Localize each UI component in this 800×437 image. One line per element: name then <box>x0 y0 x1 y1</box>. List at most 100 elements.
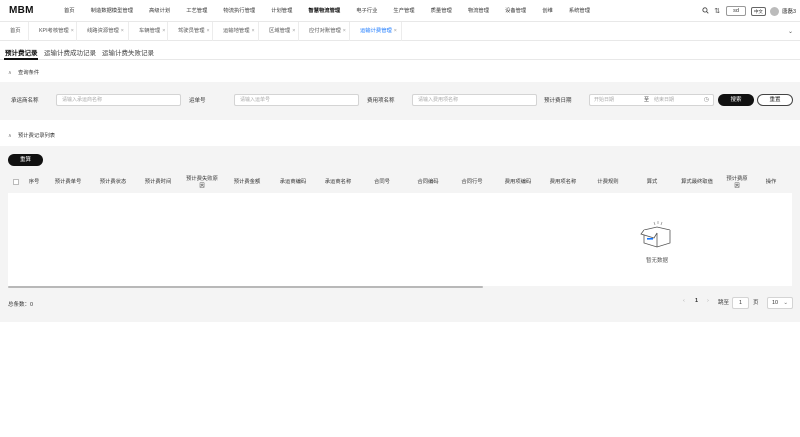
app-logo: MBM <box>9 5 34 16</box>
query-section-header[interactable]: ∧ 查询条件 <box>0 67 800 80</box>
col-billing-reason: 预计费原因 <box>726 175 748 189</box>
end-date[interactable]: 结束日期 <box>654 95 674 105</box>
col-bill-no: 预计费单号 <box>54 179 82 185</box>
menu-item-smart-logistics[interactable]: 智慧物流管理 <box>300 0 348 22</box>
total-count: 总条数：0 <box>8 300 33 308</box>
tab-vehicles[interactable]: 车辆管理 × <box>129 22 168 41</box>
tab-label: 首页 <box>10 28 21 34</box>
carrier-name-input[interactable]: 请输入承运商名称 <box>56 94 181 106</box>
menu-item-electronics[interactable]: 电子行业 <box>348 0 385 22</box>
chevron-down-icon[interactable]: ⌄ <box>788 28 793 35</box>
recalculate-button[interactable]: 重算 <box>8 154 43 166</box>
col-status: 预计费状态 <box>99 179 127 185</box>
tab-regions[interactable]: 区域管理 × <box>259 22 299 41</box>
carrier-label: 承运商名称 <box>11 98 39 104</box>
total-label: 总条数： <box>8 302 31 308</box>
next-page-icon[interactable]: › <box>707 298 709 304</box>
menu-item-system[interactable]: 系统管理 <box>561 0 598 22</box>
menu-item-production[interactable]: 生产管理 <box>385 0 422 22</box>
col-carrier-code: 承运商编码 <box>279 179 307 185</box>
tab-bar: 首页 KPI考核管理 × 线路资源管理 × 车辆管理 × 驾驶员管理 × 运输地管理 × … <box>0 22 800 41</box>
col-contract-no: 合同号 <box>374 179 390 185</box>
clock-icon: ◷ <box>703 97 709 103</box>
empty-text: 暂无数据 <box>645 258 668 264</box>
language-switch[interactable]: 中文 <box>750 6 766 16</box>
close-icon[interactable]: × <box>394 28 397 34</box>
tab-label: 区域管理 <box>269 28 291 34</box>
search-icon[interactable] <box>699 6 711 16</box>
close-icon[interactable]: × <box>207 28 210 34</box>
tab-label: 车辆管理 <box>139 28 161 34</box>
menu-item-plan-management[interactable]: 计划管理 <box>263 0 300 22</box>
col-carrier-name: 承运商名称 <box>324 179 352 185</box>
tab-label: 线路资源管理 <box>87 28 119 34</box>
query-section-title: 查询条件 <box>18 70 40 76</box>
avatar[interactable] <box>769 6 779 16</box>
horizontal-scrollbar[interactable] <box>8 286 483 288</box>
menu-item-process-management[interactable]: 工艺管理 <box>178 0 215 22</box>
waybill-input[interactable]: 请输入运单号 <box>234 94 359 106</box>
tab-label: 运输地管理 <box>223 28 250 34</box>
col-contract-code: 合同编码 <box>417 179 439 185</box>
date-range-picker[interactable]: 开始日期 至 结束日期 ◷ <box>589 94 714 106</box>
col-fail-reason: 预计费失败原因 <box>186 175 218 189</box>
subtab-pre-billing-records[interactable]: 预计费记录 <box>5 47 38 57</box>
menu-item-home[interactable]: 首页 <box>56 0 83 22</box>
sub-tabs: 预计费记录 运输计费成功记录 运输计费失败记录 <box>0 41 800 60</box>
sd-button[interactable]: sd <box>726 6 746 16</box>
col-fee-name: 费用项名称 <box>549 179 577 185</box>
page-size-select[interactable]: 10 ⌄ <box>767 297 793 309</box>
close-icon[interactable]: × <box>252 28 255 34</box>
col-amount: 预计费金额 <box>233 179 261 185</box>
start-date[interactable]: 开始日期 <box>594 95 614 105</box>
subtab-billing-success-records[interactable]: 运输计费成功记录 <box>44 47 96 57</box>
search-button[interactable]: 搜索 <box>718 94 754 106</box>
fee-item-label: 费用项名称 <box>367 98 395 104</box>
list-section-title: 预计费记录列表 <box>18 133 56 139</box>
pagination-bar <box>0 289 800 322</box>
active-tab-indicator <box>4 58 38 60</box>
switch-icon[interactable]: ⇅ <box>711 7 723 15</box>
tab-label: 驾驶员管理 <box>178 28 205 34</box>
tab-kpi[interactable]: KPI考核管理 × <box>29 22 77 41</box>
tab-drivers[interactable]: 驾驶员管理 × <box>168 22 213 41</box>
menu-item-quality[interactable]: 质量管理 <box>423 0 460 22</box>
prev-page-icon[interactable]: ‹ <box>683 298 685 304</box>
list-section-header[interactable]: ∧ 预计费记录列表 <box>0 130 800 143</box>
col-contract-line: 合同行号 <box>461 179 483 185</box>
chevron-up-icon[interactable]: ∧ <box>8 67 12 80</box>
empty-box-icon <box>640 221 671 248</box>
jump-label: 跳至 <box>718 300 730 306</box>
col-formula-final-value: 算式最终取值 <box>681 179 713 185</box>
tab-route-resources[interactable]: 线路资源管理 × <box>77 22 129 41</box>
tab-payable-reconciliation[interactable]: 应付对账管理 × <box>299 22 350 41</box>
tab-label: KPI考核管理 <box>39 28 69 34</box>
chevron-up-icon[interactable]: ∧ <box>8 130 12 143</box>
col-fee-code: 费用项编码 <box>504 179 532 185</box>
menu-item-skyworth[interactable]: 创维 <box>534 0 561 22</box>
close-icon[interactable]: × <box>292 28 295 34</box>
fee-item-input[interactable]: 请输入费用项名称 <box>412 94 537 106</box>
menu-item-equipment[interactable]: 设备管理 <box>497 0 534 22</box>
tab-transport-billing[interactable]: 运输计费管理 × <box>350 22 402 41</box>
close-icon[interactable]: × <box>162 28 165 34</box>
menu-item-logistics[interactable]: 物流管理 <box>460 0 497 22</box>
close-icon[interactable]: × <box>71 28 74 34</box>
menu-item-logistics-execution[interactable]: 物流执行管理 <box>215 0 263 22</box>
subtab-billing-failure-records[interactable]: 运输计费失败记录 <box>102 47 154 57</box>
reset-button[interactable]: 重置 <box>757 94 793 106</box>
tab-home[interactable]: 首页 <box>0 22 29 41</box>
date-label: 预计费日期 <box>544 98 572 104</box>
current-page[interactable]: 1 <box>695 298 698 304</box>
user-name[interactable]: 唐磊3 <box>782 7 796 15</box>
close-icon[interactable]: × <box>121 28 124 34</box>
tab-label: 运输计费管理 <box>360 28 392 34</box>
menu-item-advanced-planning[interactable]: 高级计划 <box>141 0 178 22</box>
top-nav: MBM 首页 制造数据模型管理 高级计划 工艺管理 物流执行管理 计划管理 智慧… <box>0 0 800 22</box>
jump-page-input[interactable]: 1 <box>732 297 749 309</box>
select-all-checkbox[interactable] <box>13 179 19 185</box>
close-icon[interactable]: × <box>343 28 346 34</box>
page-size-value: 10 <box>772 300 779 306</box>
menu-item-manufacturing-data-model[interactable]: 制造数据模型管理 <box>83 0 141 22</box>
tab-destinations[interactable]: 运输地管理 × <box>213 22 259 41</box>
